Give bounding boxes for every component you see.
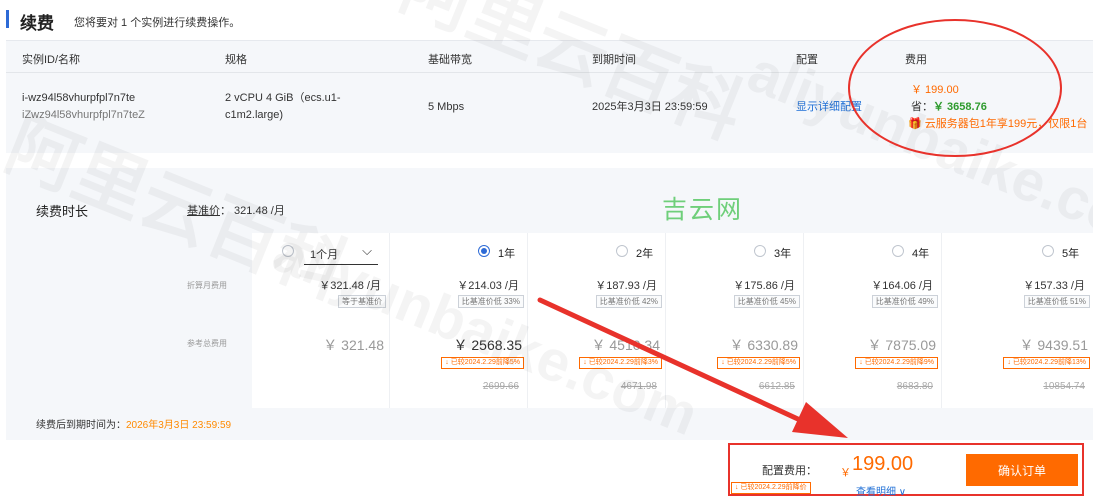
col-instance: 实例ID/名称 <box>22 54 81 66</box>
expire-time: 2025年3月3日 23:59:59 <box>592 101 708 113</box>
radio-4-year[interactable] <box>892 245 904 257</box>
option-header: 1年 <box>390 238 527 262</box>
radio-5-year[interactable] <box>1042 245 1054 257</box>
chevron-down-icon: ⌵ <box>362 243 372 258</box>
fee-saving: 省：￥ 3658.76 <box>911 99 987 115</box>
expire-value: 2026年3月3日 23:59:59 <box>126 420 232 431</box>
base-price-label: 基准价 <box>187 205 220 217</box>
fee-saving-value: ￥ 3658.76 <box>933 101 987 113</box>
duration-option-3-year[interactable]: 3年 ￥175.86 /月 比基准价低 45% ￥ 6330.89 ↓ 已较20… <box>666 233 804 408</box>
option-header: 3年 <box>666 238 803 262</box>
renewal-duration-section: 续费时长 基准价： 321.48 /月 折算月费用 参考总费用 1个月 ⌵ ￥3… <box>6 168 1093 440</box>
original-price: 6612.85 <box>758 381 795 392</box>
total-price: ￥ 2568.35 <box>453 337 523 353</box>
price-drop-badge: ↓ 已较2024.2.29前降5% <box>717 357 800 369</box>
price-drop-badge: ↓ 已较2024.2.29前降5% <box>441 357 524 369</box>
radio-1-month[interactable] <box>282 245 294 257</box>
option-label: 5年 <box>1062 248 1080 260</box>
duration-option-2-year[interactable]: 2年 ￥187.93 /月 比基准价低 42% ￥ 4510.34 ↓ 已较20… <box>528 233 666 408</box>
monthly-price: ￥187.93 /月 <box>595 280 657 292</box>
original-price: 8683.80 <box>896 381 933 392</box>
base-price-value: ： 321.48 /月 <box>220 205 285 217</box>
confirm-order-button[interactable]: 确认订单 <box>966 454 1078 486</box>
monthly-price: ￥321.48 /月 <box>319 280 381 292</box>
duration-label: 续费时长 <box>36 204 89 219</box>
instance-id: i-wz94l58vhurpfpl7n7te <box>22 92 136 104</box>
original-price: 10854.74 <box>1043 381 1085 392</box>
monthly-price: ￥175.86 /月 <box>733 280 795 292</box>
view-details-link[interactable]: 查看明细 ∨ <box>856 483 906 498</box>
spec-line-2: c1m2.large) <box>225 109 284 121</box>
page-header: 续费 您将要对 1 个实例进行续费操作。 <box>0 0 1093 40</box>
monthly-price: ￥157.33 /月 <box>1023 280 1085 292</box>
fee-promo-text: 🎁 云服务器包1年享199元，仅限1台 <box>908 118 1088 130</box>
duration-option-4-year[interactable]: 4年 ￥164.06 /月 比基准价低 49% ￥ 7875.09 ↓ 已较20… <box>804 233 942 408</box>
option-header: 5年 <box>942 238 1093 262</box>
page-subtitle: 您将要对 1 个实例进行续费操作。 <box>74 17 241 29</box>
compare-chip: 比基准价低 33% <box>457 295 524 308</box>
instance-name: iZwz94l58vhurpfpl7n7teZ <box>22 109 145 121</box>
duration-options-grid: 1个月 ⌵ ￥321.48 /月 等于基准价 ￥ 321.48 1年 ￥214.… <box>252 233 1093 408</box>
base-price: 基准价： 321.48 /月 <box>187 202 285 218</box>
option-label: 3年 <box>774 248 792 260</box>
price-drop-badge: ↓ 已较2024.2.29前降9% <box>855 357 938 369</box>
expire-label: 续费后到期时间为： <box>36 420 126 431</box>
price-drop-badge: ↓ 已较2024.2.29前降价 <box>731 482 811 494</box>
show-config-link[interactable]: 显示详细配置 <box>796 99 862 115</box>
duration-option-1-month[interactable]: 1个月 ⌵ ￥321.48 /月 等于基准价 ￥ 321.48 <box>252 233 390 408</box>
compare-chip: 比基准价低 51% <box>1023 295 1090 308</box>
title-accent-bar <box>6 10 9 28</box>
col-bandwidth: 基础带宽 <box>428 54 472 66</box>
duration-option-5-year[interactable]: 5年 ￥157.33 /月 比基准价低 51% ￥ 9439.51 ↓ 已较20… <box>942 233 1093 408</box>
compare-chip: 比基准价低 42% <box>595 295 662 308</box>
spec-line-1: 2 vCPU 4 GiB（ecs.u1- <box>225 92 341 104</box>
price-drop-badge: ↓ 已较2024.2.29前降3% <box>579 357 662 369</box>
monthly-price: ￥214.03 /月 <box>457 280 519 292</box>
compare-chip: 等于基准价 <box>338 295 386 308</box>
monthly-fee-row-label: 折算月费用 <box>187 281 227 290</box>
total-price: ￥ 9439.51 <box>1019 337 1089 353</box>
option-header: 4年 <box>804 238 941 262</box>
bandwidth-value: 5 Mbps <box>428 101 465 113</box>
site-watermark: 吉云网 <box>662 196 744 224</box>
compare-chip: 比基准价低 45% <box>733 295 800 308</box>
radio-2-year[interactable] <box>616 245 628 257</box>
original-price: 4671.98 <box>620 381 657 392</box>
order-summary-bar: 配置费用： ￥ 199.00 ↓ 已较2024.2.29前降价 查看明细 ∨ 确… <box>728 443 1084 498</box>
col-expire: 到期时间 <box>592 54 636 66</box>
price-drop-badge: ↓ 已较2024.2.29前降13% <box>1003 357 1090 369</box>
radio-3-year[interactable] <box>754 245 766 257</box>
duration-option-1-year[interactable]: 1年 ￥214.03 /月 比基准价低 33% ￥ 2568.35 ↓ 已较20… <box>390 233 528 408</box>
monthly-price: ￥164.06 /月 <box>871 280 933 292</box>
option-label: 4年 <box>912 248 930 260</box>
month-select-value: 1个月 <box>310 249 339 261</box>
option-label: 2年 <box>636 248 654 260</box>
total-price: ￥ 6330.89 <box>729 337 799 353</box>
instance-table: 实例ID/名称 规格 基础带宽 到期时间 配置 费用 i-wz94l58vhur… <box>6 40 1093 153</box>
original-price: 2699.66 <box>482 381 519 392</box>
month-select[interactable]: 1个月 ⌵ <box>304 241 378 265</box>
total-price: ￥ 321.48 <box>323 337 384 353</box>
config-fee-label: 配置费用： <box>762 465 817 477</box>
option-header: 1个月 ⌵ <box>252 238 389 265</box>
col-fee: 费用 <box>905 54 927 66</box>
fee-price: ￥ 199.00 <box>911 84 959 96</box>
currency-symbol: ￥ <box>840 467 851 479</box>
col-config: 配置 <box>796 54 818 66</box>
total-price: ￥ 7875.09 <box>867 337 937 353</box>
col-spec: 规格 <box>225 54 247 66</box>
fee-saving-label: 省： <box>911 101 933 113</box>
radio-1-year[interactable] <box>478 245 490 257</box>
table-header: 实例ID/名称 规格 基础带宽 到期时间 配置 费用 <box>6 41 1093 73</box>
option-header: 2年 <box>528 238 665 262</box>
page-title: 续费 <box>20 14 54 33</box>
reference-total-row-label: 参考总费用 <box>187 339 227 348</box>
config-fee-value: 199.00 <box>852 453 914 475</box>
total-price: ￥ 4510.34 <box>591 337 661 353</box>
compare-chip: 比基准价低 49% <box>871 295 938 308</box>
option-label: 1年 <box>498 248 516 260</box>
renewal-expire-info: 续费后到期时间为：2026年3月3日 23:59:59 <box>36 416 231 431</box>
